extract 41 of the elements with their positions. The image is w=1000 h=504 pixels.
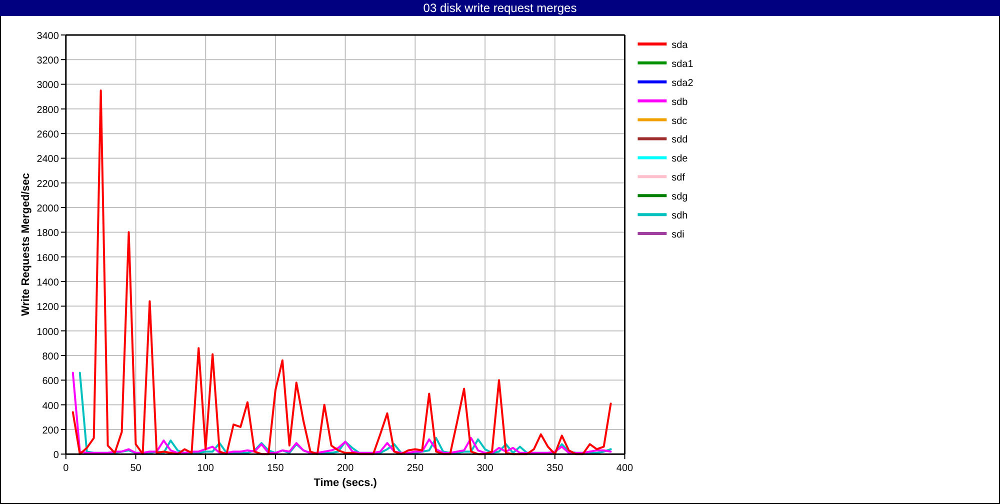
y-tick-label: 1800	[36, 228, 59, 240]
y-tick-label: 2400	[36, 154, 59, 166]
legend-label: sdb	[672, 96, 688, 108]
legend-label: sdc	[672, 116, 688, 127]
legend-label: sdh	[672, 210, 688, 222]
y-tick-label: 2000	[36, 204, 59, 215]
legend-label: sda	[672, 40, 688, 51]
legend-label: sde	[672, 154, 688, 165]
y-tick-label: 200	[42, 425, 59, 436]
x-tick-label: 100	[197, 463, 214, 474]
legend-label: sdg	[672, 192, 688, 203]
y-tick-label: 1200	[36, 302, 59, 314]
x-tick-label: 250	[406, 463, 424, 474]
x-tick-label: 300	[476, 463, 494, 474]
y-tick-label: 3400	[36, 30, 59, 42]
legend-label: sdd	[672, 134, 688, 146]
y-tick-label: 1600	[36, 252, 59, 264]
x-tick-label: 200	[337, 463, 354, 474]
legend-label: sda2	[672, 78, 694, 89]
legend-label: sda1	[672, 58, 694, 70]
y-tick-label: 400	[42, 400, 59, 412]
x-tick-label: 0	[63, 463, 69, 474]
y-tick-label: 1000	[36, 326, 59, 338]
y-tick-label: 3200	[36, 56, 59, 67]
x-tick-label: 50	[130, 463, 142, 474]
y-tick-label: 2600	[36, 130, 59, 141]
y-tick-label: 800	[42, 351, 59, 362]
x-tick-label: 150	[267, 463, 284, 474]
y-tick-label: 3000	[36, 80, 59, 92]
y-tick-label: 2800	[36, 104, 59, 116]
y-axis-title: Write Requests Merged/sec	[20, 173, 32, 316]
y-tick-label: 0	[53, 450, 59, 462]
x-tick-label: 350	[546, 463, 564, 474]
y-tick-label: 600	[42, 376, 59, 388]
legend-label: sdf	[672, 172, 685, 184]
x-tick-label: 400	[616, 463, 634, 474]
y-tick-label: 1400	[36, 278, 59, 288]
y-tick-label: 2200	[36, 178, 59, 190]
legend-label: sdi	[672, 230, 684, 241]
x-axis-title: Time (secs.)	[314, 477, 377, 490]
title-bar: 03 disk write request merges	[0, 0, 1000, 16]
